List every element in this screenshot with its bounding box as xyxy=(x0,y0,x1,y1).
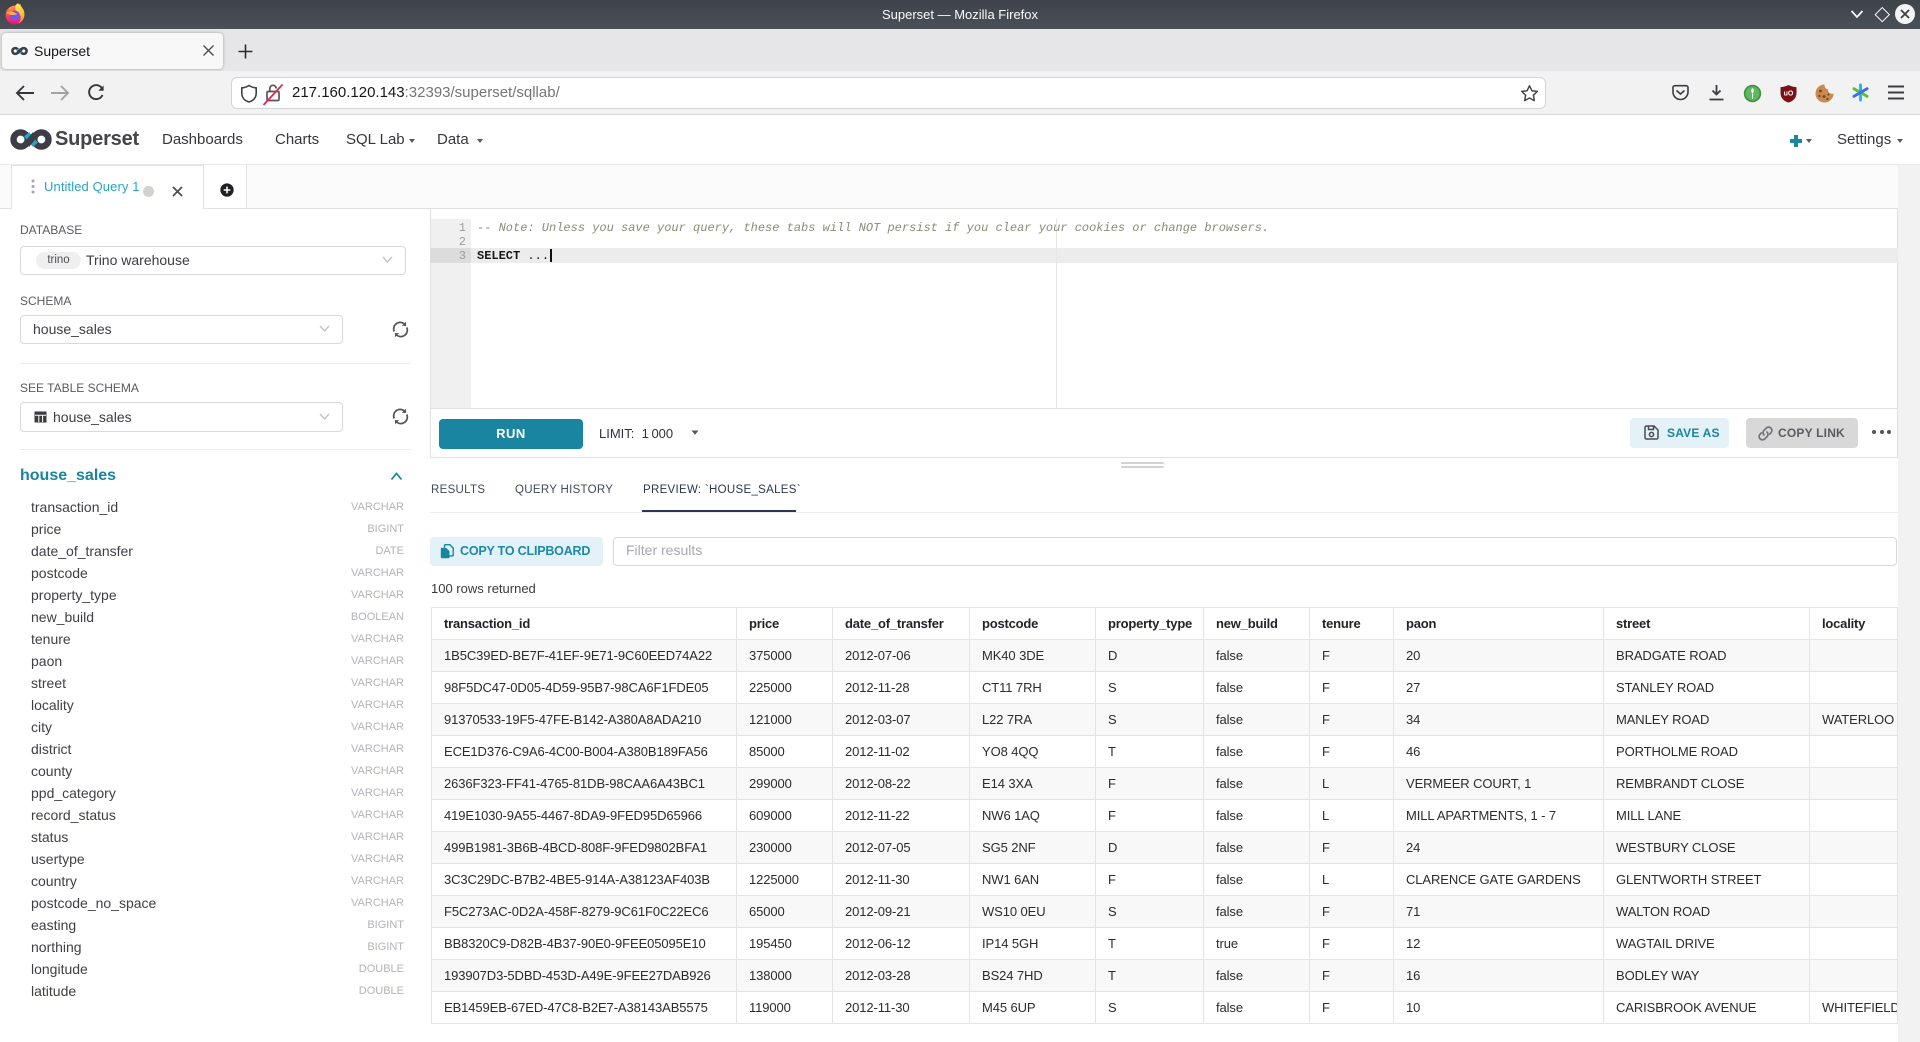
svg-text:uO: uO xyxy=(1784,91,1794,98)
